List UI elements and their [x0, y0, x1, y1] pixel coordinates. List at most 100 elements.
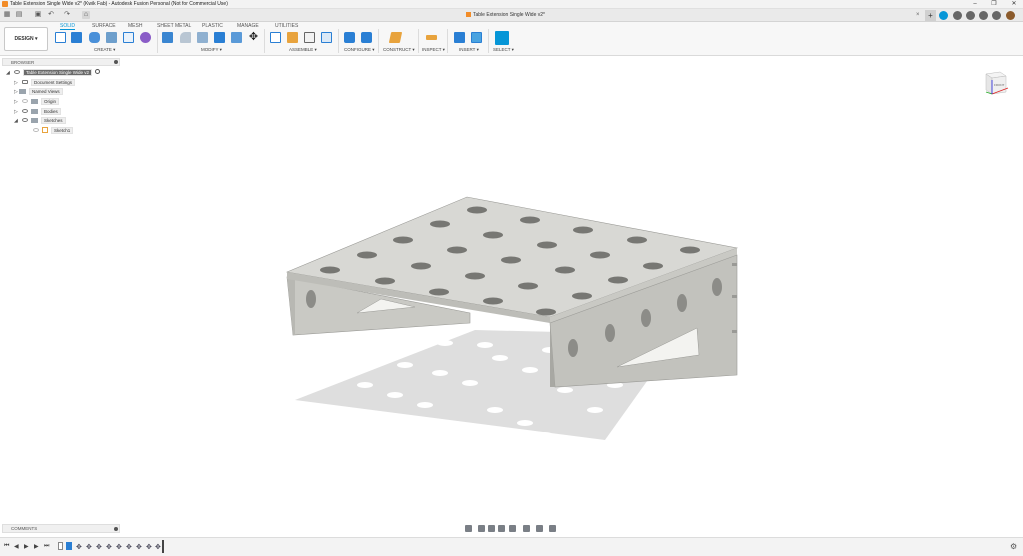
display-settings-icon[interactable] — [523, 525, 530, 532]
new-tab-button[interactable]: + — [925, 10, 936, 21]
visibility-eye-icon[interactable] — [22, 99, 28, 103]
form-icon[interactable] — [140, 32, 151, 43]
job-status-icon[interactable] — [953, 11, 962, 20]
look-at-icon[interactable] — [478, 525, 485, 532]
extensions-icon[interactable] — [939, 11, 948, 20]
visibility-eye-icon[interactable] — [33, 128, 39, 132]
combine-icon[interactable] — [214, 32, 225, 43]
offset-plane-icon[interactable] — [388, 32, 403, 43]
tab-surface[interactable]: SURFACE — [92, 23, 116, 29]
collapse-triangle-icon[interactable]: ◢ — [14, 118, 19, 124]
viewcube[interactable]: FRONT — [982, 66, 1010, 98]
timeline-marker[interactable] — [162, 540, 164, 553]
timeline-feature-move[interactable]: ✥ — [136, 543, 142, 551]
online-status-icon[interactable] — [966, 11, 975, 20]
step-forward-button[interactable]: ▶ — [34, 543, 39, 550]
minimize-button[interactable]: – — [969, 0, 981, 8]
inspect-menu[interactable]: INSPECT ▾ — [422, 47, 445, 53]
hole-icon[interactable] — [106, 32, 117, 43]
go-to-end-button[interactable]: ⏭ — [44, 543, 49, 550]
browser-item-sketches[interactable]: ◢ Sketches — [14, 117, 66, 126]
joint-icon[interactable] — [287, 32, 298, 43]
insert-canvas-icon[interactable] — [471, 32, 482, 43]
move-icon[interactable]: ✥ — [248, 32, 259, 43]
viewports-icon[interactable] — [549, 525, 556, 532]
app-grid-icon[interactable]: ▦ — [3, 11, 11, 19]
collapse-triangle-icon[interactable]: ◢ — [6, 70, 11, 76]
close-window-button[interactable]: ✕ — [1008, 0, 1020, 8]
visibility-eye-icon[interactable] — [22, 118, 28, 122]
tab-manage[interactable]: MANAGE — [237, 23, 259, 29]
tab-utilities[interactable]: UTILITIES — [275, 23, 298, 29]
press-pull-icon[interactable] — [162, 32, 173, 43]
comments-panel[interactable]: COMMENTS — [2, 524, 120, 533]
file-menu-icon[interactable]: ▤ — [15, 11, 23, 19]
select-menu[interactable]: SELECT ▾ — [493, 47, 514, 53]
pin-icon[interactable] — [114, 60, 118, 64]
tab-mesh[interactable]: MESH — [128, 23, 142, 29]
timeline-feature-move[interactable]: ✥ — [76, 543, 82, 551]
timeline-feature-move[interactable]: ✥ — [126, 543, 132, 551]
maximize-button[interactable]: ❐ — [988, 0, 1000, 8]
split-body-icon[interactable] — [231, 32, 242, 43]
configure-menu[interactable]: CONFIGURE ▾ — [344, 47, 375, 53]
construct-menu[interactable]: CONSTRUCT ▾ — [383, 47, 415, 53]
as-built-joint-icon[interactable] — [304, 32, 315, 43]
measure-icon[interactable] — [426, 35, 437, 40]
timeline-feature-move[interactable]: ✥ — [86, 543, 92, 551]
undo-icon[interactable]: ↶ — [47, 11, 55, 19]
model-viewport[interactable] — [285, 195, 740, 450]
orbit-icon[interactable] — [465, 525, 472, 532]
insert-menu[interactable]: INSERT ▾ — [459, 47, 479, 53]
modify-menu[interactable]: MODIFY ▾ — [201, 47, 222, 53]
browser-item-origin[interactable]: ▷ Origin — [14, 98, 60, 107]
document-tab[interactable]: Table Extension Single Wide v2* — [466, 12, 545, 20]
browser-header[interactable]: BROWSER — [2, 58, 120, 66]
step-back-button[interactable]: ◀ — [14, 543, 19, 550]
tab-sheet-metal[interactable]: SHEET METAL — [157, 23, 191, 29]
zoom-icon[interactable] — [498, 525, 505, 532]
timeline-feature-move[interactable]: ✥ — [106, 543, 112, 551]
timeline-feature-extrude[interactable] — [66, 542, 72, 550]
redo-icon[interactable]: ↷ — [63, 11, 71, 19]
expand-triangle-icon[interactable]: ▷ — [14, 99, 19, 105]
play-button[interactable]: ▶ — [24, 543, 29, 550]
browser-root-row[interactable]: ◢ Table Extension Single Wide v2 — [6, 69, 101, 78]
notifications-icon[interactable] — [979, 11, 988, 20]
user-avatar[interactable] — [1006, 11, 1015, 20]
add-comment-icon[interactable] — [114, 527, 118, 531]
extrude-icon[interactable] — [71, 32, 82, 43]
timeline-feature-move[interactable]: ✥ — [155, 543, 161, 551]
timeline-feature-move[interactable]: ✥ — [146, 543, 152, 551]
fillet-icon[interactable] — [180, 32, 191, 43]
create-menu[interactable]: CREATE ▾ — [94, 47, 115, 53]
save-icon[interactable]: ▣ — [34, 11, 42, 19]
browser-item-named-views[interactable]: ▷ Named Views — [14, 88, 63, 97]
browser-item-document-settings[interactable]: ▷ Document Settings — [14, 79, 76, 88]
workspace-switcher[interactable]: DESIGN ▾ — [4, 27, 48, 51]
expand-triangle-icon[interactable]: ▷ — [14, 109, 19, 115]
configure-icon[interactable] — [344, 32, 355, 43]
expand-triangle-icon[interactable]: ▷ — [14, 80, 19, 86]
go-to-start-button[interactable]: ⏮ — [4, 543, 9, 550]
zoom-window-icon[interactable] — [509, 525, 516, 532]
activate-radio-icon[interactable] — [95, 69, 101, 74]
help-icon[interactable] — [992, 11, 1001, 20]
visibility-eye-icon[interactable] — [14, 70, 20, 74]
select-arrow-icon[interactable] — [495, 31, 509, 45]
shell-icon[interactable] — [197, 32, 208, 43]
timeline-settings-icon[interactable]: ⚙ — [1010, 542, 1017, 551]
timeline-feature-move[interactable]: ✥ — [96, 543, 102, 551]
create-sketch-icon[interactable] — [55, 32, 66, 43]
browser-item-bodies[interactable]: ▷ Bodies — [14, 108, 61, 117]
tab-plastic[interactable]: PLASTIC — [202, 23, 223, 29]
pan-icon[interactable] — [488, 525, 495, 532]
close-tab-icon[interactable]: × — [916, 12, 920, 18]
tab-solid[interactable]: SOLID — [60, 23, 76, 30]
browser-item-sketch1[interactable]: Sketch1 — [30, 127, 74, 136]
home-icon[interactable]: ⌂ — [82, 11, 90, 19]
insert-derive-icon[interactable] — [454, 32, 465, 43]
pattern-icon[interactable] — [123, 32, 134, 43]
grid-settings-icon[interactable] — [536, 525, 543, 532]
joint-origin-icon[interactable] — [321, 32, 332, 43]
